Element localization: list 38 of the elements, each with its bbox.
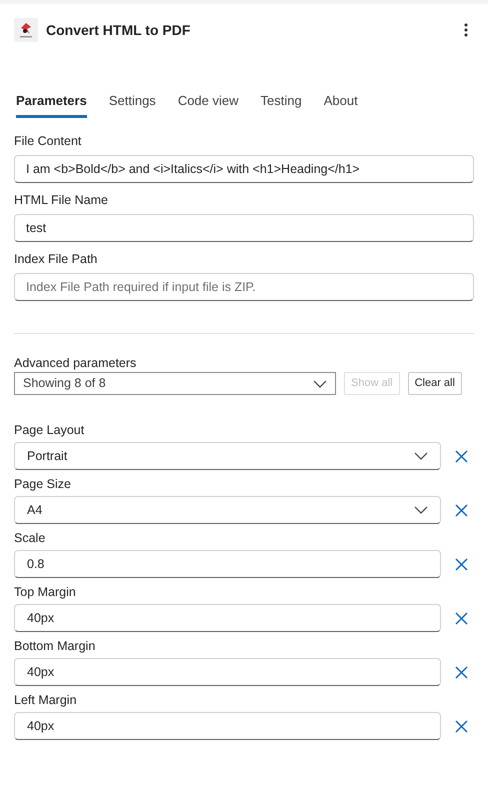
field-label: File Content xyxy=(14,133,82,149)
input-field[interactable]: 40px xyxy=(14,712,441,740)
app-title: Convert HTML to PDF xyxy=(46,20,190,40)
dropdown[interactable]: Showing 8 of 8 xyxy=(14,372,336,395)
field-label: Left Margin xyxy=(14,692,78,708)
close-icon[interactable] xyxy=(455,450,468,462)
chevron-down-icon xyxy=(313,380,327,388)
input-field[interactable]: 40px xyxy=(14,604,441,632)
chevron-down-icon xyxy=(414,452,428,460)
field-label: HTML File Name xyxy=(14,192,109,208)
tab[interactable]: Testing xyxy=(260,82,302,118)
input-field[interactable]: Index File Path required if input file is ZIP. xyxy=(14,273,474,301)
chevron-down-icon xyxy=(414,506,428,514)
close-icon[interactable] xyxy=(455,720,468,732)
close-icon[interactable] xyxy=(455,504,468,516)
input-field[interactable]: 0.8 xyxy=(14,550,441,578)
section-label: Advanced parameters xyxy=(14,355,138,371)
tab[interactable]: Code view xyxy=(178,82,239,118)
app-logo-icon xyxy=(14,18,38,42)
input-field[interactable]: test xyxy=(14,214,474,242)
field-label: Index File Path xyxy=(14,251,98,267)
tab[interactable]: Parameters xyxy=(16,82,87,118)
field-label: Page Layout xyxy=(14,422,86,438)
input-field[interactable]: I am <b>Bold</b> and <i>Italics</i> with <h1>Heading</h1> xyxy=(14,155,474,183)
field-label: Top Margin xyxy=(14,584,77,600)
input-field[interactable]: 40px xyxy=(14,658,441,686)
field-label: Scale xyxy=(14,530,46,546)
field-label: Bottom Margin xyxy=(14,638,96,654)
tab[interactable]: About xyxy=(324,82,358,118)
select-field[interactable]: A4 xyxy=(14,496,441,524)
clear-all-button[interactable]: Clear all xyxy=(408,372,462,395)
tab[interactable]: Settings xyxy=(108,82,156,118)
close-icon[interactable] xyxy=(455,558,468,570)
field-label: Page Size xyxy=(14,476,72,492)
close-icon[interactable] xyxy=(455,612,468,624)
close-icon[interactable] xyxy=(455,666,468,678)
select-field[interactable]: Portrait xyxy=(14,442,441,470)
more-options-icon[interactable] xyxy=(464,23,468,37)
